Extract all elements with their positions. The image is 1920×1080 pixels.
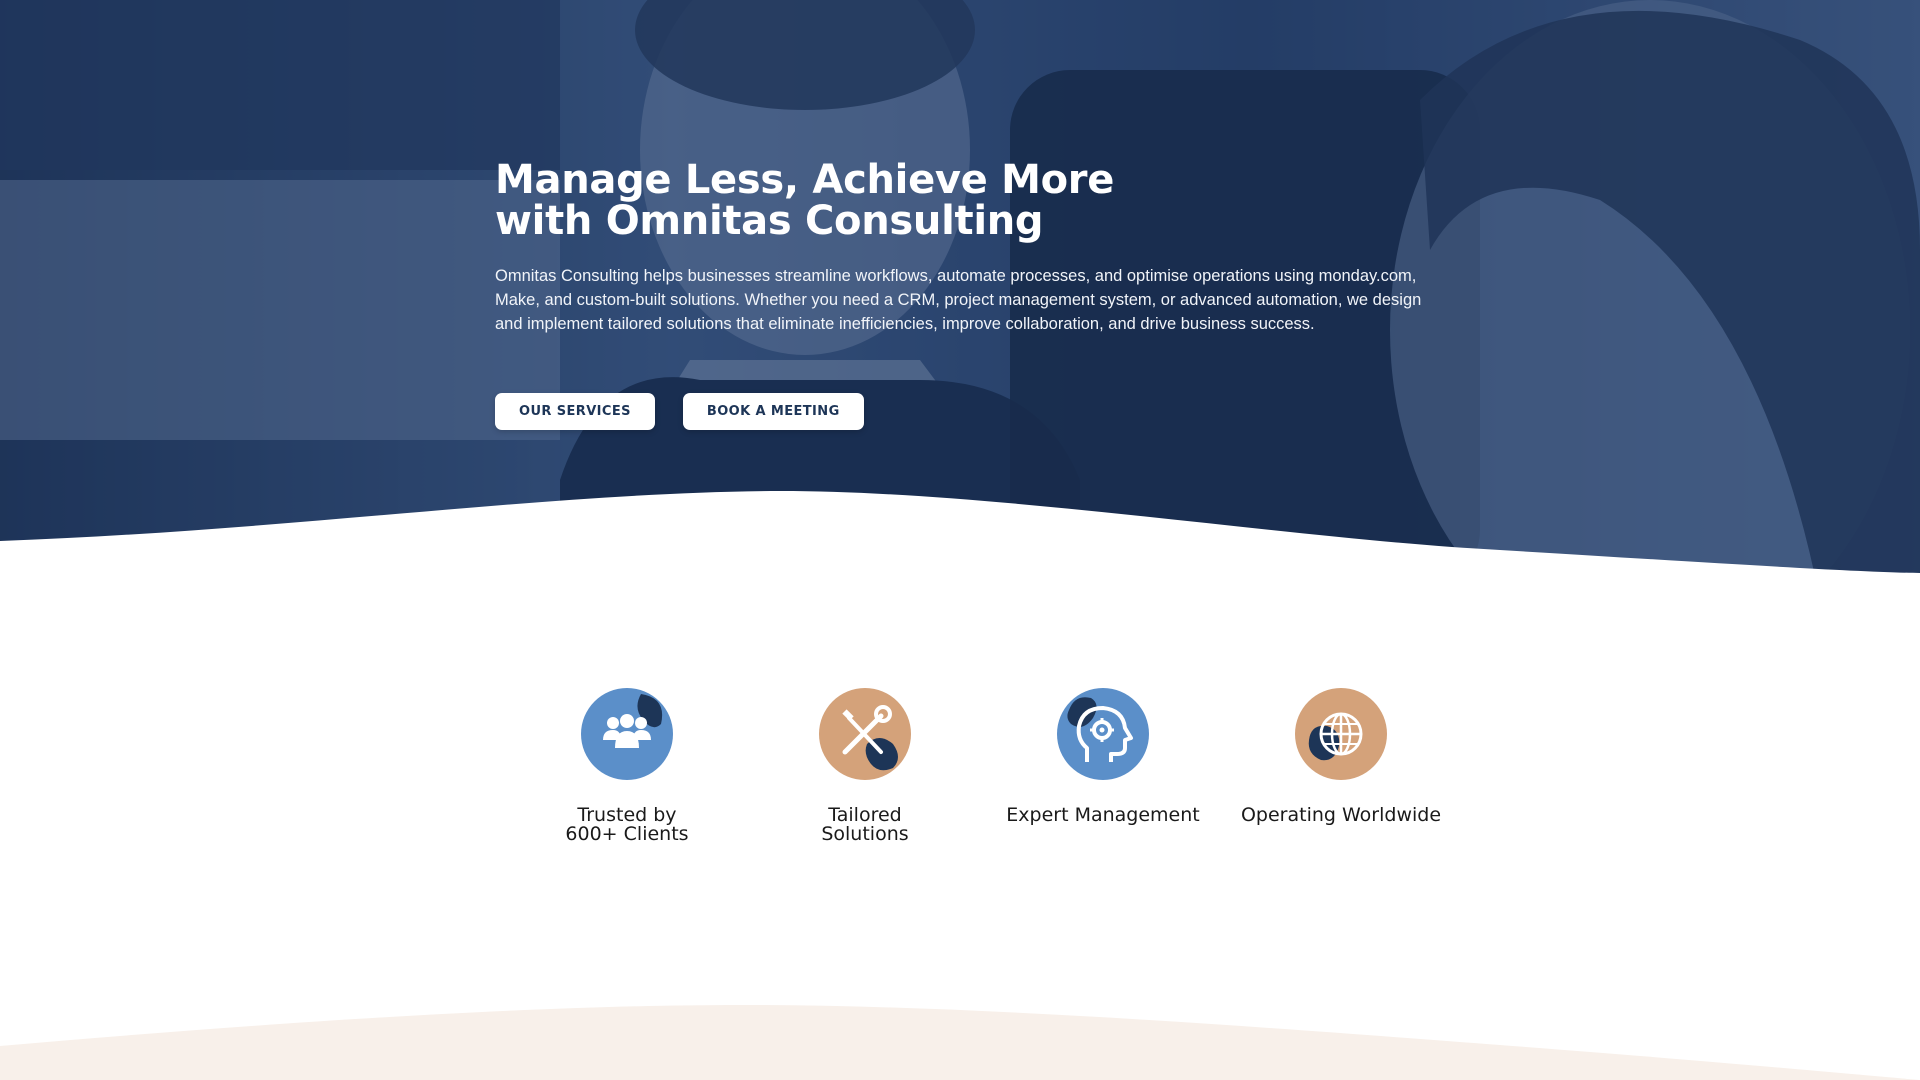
people-group-icon xyxy=(581,688,673,780)
book-meeting-button[interactable]: BOOK A MEETING xyxy=(682,393,864,430)
feature-label: Tailored Solutions xyxy=(821,804,909,845)
hero-description: Omnitas Consulting helps businesses stre… xyxy=(495,267,1422,333)
feature-label: Expert Management xyxy=(1006,804,1200,826)
features-section: Trusted by 600+ Clients Tailored Solutio… xyxy=(508,688,1460,844)
bottom-wave-divider xyxy=(0,1004,1920,1080)
our-services-button[interactable]: OUR SERVICES xyxy=(495,393,655,430)
hero-title-line-2: with Omnitas Consulting xyxy=(495,198,1044,244)
feature-label: Trusted by 600+ Clients xyxy=(565,804,689,845)
feature-label: Operating Worldwide xyxy=(1240,804,1442,826)
head-gear-icon xyxy=(1057,688,1149,780)
tools-icon xyxy=(819,688,911,780)
feature-operating-worldwide: Operating Worldwide xyxy=(1222,688,1460,844)
hero-buttons: OUR SERVICES BOOK A MEETING xyxy=(495,393,864,430)
feature-trusted-clients: Trusted by 600+ Clients xyxy=(508,688,746,844)
globe-icon xyxy=(1295,688,1387,780)
feature-tailored-solutions: Tailored Solutions xyxy=(746,688,984,844)
hero-section: Manage Less, Achieve More with Omnitas C… xyxy=(0,0,1920,600)
hero-title-line-1: Manage Less, Achieve More xyxy=(495,157,1115,203)
hero-content: Manage Less, Achieve More with Omnitas C… xyxy=(495,160,1435,336)
feature-expert-management: Expert Management xyxy=(984,688,1222,844)
hero-title: Manage Less, Achieve More with Omnitas C… xyxy=(495,160,1435,242)
hero-wave-divider xyxy=(0,491,1920,600)
